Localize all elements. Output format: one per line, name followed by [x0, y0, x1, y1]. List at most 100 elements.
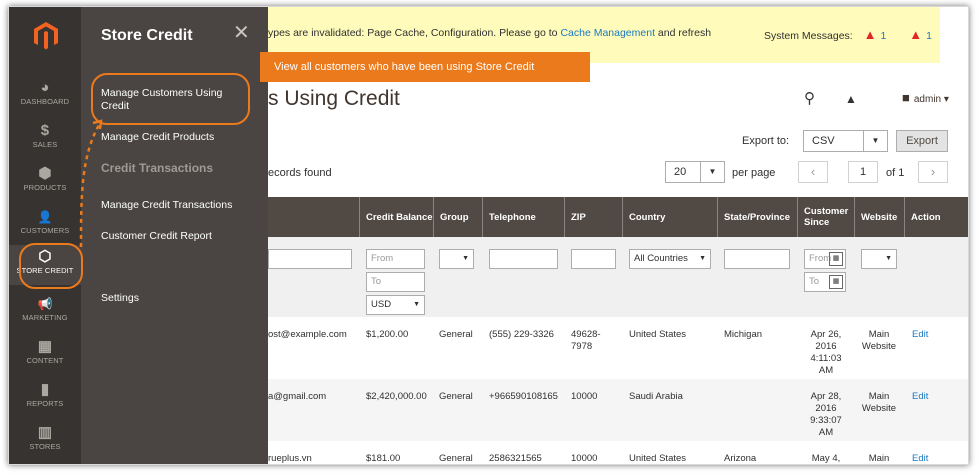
screenshot-frame: ◕ DASHBOARD $ SALES ⬢ PRODUCTS 👤 CUSTOMERS ⬡…: [8, 6, 969, 465]
chevron-down-icon: ▼: [885, 255, 892, 262]
edit-link[interactable]: Edit: [912, 453, 928, 464]
flyout-title: Store Credit: [101, 27, 193, 44]
per-page-label: per page: [732, 167, 776, 179]
nav-dashboard[interactable]: ◕ DASHBOARD: [9, 79, 81, 106]
cell-group: General: [439, 391, 473, 402]
balance-to-filter[interactable]: To: [366, 272, 425, 292]
dashboard-icon: ◕: [40, 79, 50, 96]
major-count[interactable]: 1: [926, 30, 932, 42]
since-from-filter[interactable]: From ▦: [804, 249, 846, 269]
column-email[interactable]: [268, 197, 360, 237]
cell-phone: +966590108165: [489, 391, 558, 402]
critical-count[interactable]: 1: [881, 30, 887, 42]
since-to-filter[interactable]: To ▦: [804, 272, 846, 292]
cell-since: Apr 26, 2016 4:11:03 AM: [810, 329, 842, 376]
column-customer-since[interactable]: Customer Since: [798, 197, 855, 237]
chevron-down-icon: ▼: [413, 301, 420, 308]
cell-balance: $1,200.00: [366, 329, 409, 340]
chevron-down-icon: ▼: [699, 255, 706, 262]
layout-icon: ▦: [37, 338, 53, 355]
link-customer-credit-report[interactable]: Customer Credit Report: [101, 230, 251, 243]
cell-email: rueplus.vn: [268, 453, 312, 464]
column-country[interactable]: Country: [623, 197, 718, 237]
cell-country: United States: [629, 329, 687, 340]
cell-group: General: [439, 453, 473, 464]
link-manage-credit-transactions[interactable]: Manage Credit Transactions: [101, 199, 251, 212]
column-action: Action: [911, 211, 941, 223]
cell-phone: (555) 229-3326: [489, 329, 554, 340]
bell-icon[interactable]: ▲: [845, 92, 857, 106]
search-icon[interactable]: ⚲: [804, 89, 815, 107]
table-row[interactable]: a@gmail.com $2,420,000.00 General +96659…: [268, 379, 968, 441]
column-credit-balance[interactable]: Credit Balance: [360, 197, 434, 237]
table-row[interactable]: rueplus.vn $181.00 General 2586321565 10…: [268, 441, 968, 464]
cell-state: Michigan: [724, 329, 763, 340]
edit-link[interactable]: Edit: [912, 329, 928, 341]
column-telephone[interactable]: Telephone: [483, 197, 565, 237]
cache-management-link[interactable]: Cache Management: [560, 27, 655, 39]
table-row[interactable]: ost@example.com $1,200.00 General (555) …: [268, 317, 968, 379]
warning-icon[interactable]: ▲: [864, 27, 877, 42]
calendar-icon[interactable]: ▦: [829, 252, 843, 266]
system-messages: System Messages: ▲ 1 ▲ 1: [764, 27, 932, 42]
cell-since: Apr 28, 2016 9:33:07 AM: [810, 391, 842, 438]
cell-since: May 4,: [811, 453, 841, 464]
cell-zip: 10000: [571, 391, 598, 402]
email-filter[interactable]: [268, 249, 352, 269]
group-select[interactable]: ▼: [439, 249, 474, 269]
page-number-input[interactable]: 1: [848, 161, 878, 183]
cell-email: a@gmail.com: [268, 391, 327, 402]
cell-zip: 49628-7978: [571, 329, 601, 352]
column-group[interactable]: Group: [434, 197, 483, 237]
user-icon: ■: [902, 90, 910, 105]
export-format-select[interactable]: CSV ▼: [803, 130, 888, 152]
prev-page-button[interactable]: ‹: [798, 161, 828, 183]
admin-user-menu[interactable]: ■ admin ▾: [902, 90, 949, 105]
column-state[interactable]: State/Province: [718, 197, 798, 237]
country-select[interactable]: All Countries ▼: [629, 249, 711, 269]
nav-marketing[interactable]: 📢 MARKETING: [9, 295, 81, 322]
cell-zip: 10000: [571, 453, 598, 464]
country-value: All Countries: [634, 253, 688, 264]
edit-link[interactable]: Edit: [912, 391, 928, 403]
nav-stores-label: STORES: [29, 442, 61, 451]
bar-chart-icon: ▮: [40, 381, 50, 398]
chevron-down-icon: ▼: [863, 131, 887, 151]
export-button[interactable]: Export: [896, 130, 948, 152]
cell-group: General: [439, 329, 473, 340]
cell-email: ost@example.com: [268, 329, 347, 340]
balance-from-filter[interactable]: From: [366, 249, 425, 269]
zip-filter[interactable]: [571, 249, 616, 269]
currency-value: USD: [371, 299, 392, 310]
close-icon[interactable]: ✕: [233, 23, 250, 43]
nav-content[interactable]: ▦ CONTENT: [9, 338, 81, 365]
nav-marketing-label: MARKETING: [22, 313, 68, 322]
chevron-down-icon: ▼: [462, 255, 469, 262]
nav-stores[interactable]: ▥ STORES: [9, 424, 81, 451]
store-icon: ▥: [37, 424, 53, 441]
warning-icon[interactable]: ▲: [909, 27, 922, 42]
nav-dashboard-label: DASHBOARD: [20, 97, 70, 106]
highlight-box: [91, 73, 250, 125]
export-label: Export to:: [742, 135, 790, 147]
magento-logo-icon[interactable]: [33, 21, 59, 51]
per-page-select[interactable]: 20 ▼: [665, 161, 725, 183]
per-page-value: 20: [674, 166, 687, 178]
next-page-button[interactable]: ›: [918, 161, 948, 183]
telephone-filter[interactable]: [489, 249, 558, 269]
nav-sales-label: SALES: [32, 140, 58, 149]
link-manage-credit-products[interactable]: Manage Credit Products: [101, 131, 251, 144]
calendar-icon[interactable]: ▦: [829, 275, 843, 289]
chevron-down-icon: ▼: [700, 162, 724, 182]
nav-reports[interactable]: ▮ REPORTS: [9, 381, 81, 408]
column-website[interactable]: Website: [855, 197, 905, 237]
column-zip[interactable]: ZIP: [565, 197, 623, 237]
website-select[interactable]: ▼: [861, 249, 897, 269]
grid-filters: From To USD ▼ ▼ All Countries ▼ From ▦ To ▦ …: [268, 237, 968, 317]
system-messages-label: System Messages:: [764, 30, 853, 42]
megaphone-icon: 📢: [37, 297, 53, 311]
nav-customers-label: CUSTOMERS: [20, 226, 70, 235]
currency-select[interactable]: USD ▼: [366, 295, 425, 315]
state-filter[interactable]: [724, 249, 790, 269]
link-settings[interactable]: Settings: [101, 292, 251, 305]
